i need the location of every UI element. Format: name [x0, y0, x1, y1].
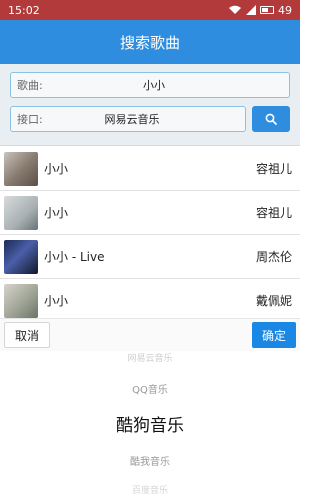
song-row[interactable]: 小小 容祖儿 [0, 147, 300, 191]
song-title: 小小 [44, 162, 69, 176]
cancel-button[interactable]: 取消 [4, 322, 50, 348]
song-artist: 戴佩妮 [255, 294, 292, 308]
song-row[interactable]: 小小 戴佩妮 [0, 279, 300, 323]
signal-icon [246, 5, 256, 15]
status-icons: 49 [228, 4, 292, 17]
search-panel: 歌曲: 小小 接口: 网易云音乐 [0, 64, 300, 146]
album-cover [4, 195, 38, 230]
battery-icon [260, 6, 274, 14]
picker-option[interactable]: QQ音乐 [0, 381, 300, 396]
battery-level: 49 [278, 3, 292, 17]
song-artist: 周杰伦 [255, 250, 292, 264]
song-title: 小小 - Live [44, 250, 105, 264]
picker-option-selected[interactable]: 酷狗音乐 [0, 411, 300, 436]
search-icon [265, 110, 277, 129]
api-select[interactable]: 接口: 网易云音乐 [10, 106, 246, 132]
search-button[interactable] [252, 106, 290, 132]
picker-option[interactable]: 百度音乐 [0, 483, 300, 496]
picker-toolbar: 取消 确定 [0, 319, 300, 351]
album-cover [4, 239, 38, 274]
picker-option[interactable]: 网易云音乐 [0, 351, 300, 364]
song-list: 小小 容祖儿 小小 容祖儿 小小 - Live 周杰伦 小小 戴佩妮 [0, 147, 300, 323]
picker-option[interactable]: 酷我音乐 [0, 453, 300, 468]
status-bar: 15:02 49 [0, 0, 300, 20]
album-cover [4, 283, 38, 318]
picker-wheel[interactable]: 网易云音乐 QQ音乐 酷狗音乐 酷我音乐 百度音乐 [0, 351, 300, 500]
app-header: 搜索歌曲 [0, 20, 300, 64]
song-title: 小小 [44, 294, 69, 308]
page-title: 搜索歌曲 [119, 33, 180, 52]
source-picker: 取消 确定 网易云音乐 QQ音乐 酷狗音乐 酷我音乐 百度音乐 [0, 318, 300, 500]
api-select-label: 接口: [17, 113, 43, 126]
song-input-label: 歌曲: [17, 79, 43, 92]
album-cover [4, 151, 38, 186]
song-row[interactable]: 小小 容祖儿 [0, 191, 300, 235]
song-artist: 容祖儿 [255, 162, 292, 176]
song-title: 小小 [44, 206, 69, 220]
song-input-value[interactable]: 小小 [59, 77, 289, 93]
song-row[interactable]: 小小 - Live 周杰伦 [0, 235, 300, 279]
confirm-button[interactable]: 确定 [252, 322, 296, 348]
wifi-icon [228, 5, 242, 15]
song-artist: 容祖儿 [255, 206, 292, 220]
status-time: 15:02 [8, 3, 40, 17]
api-select-value[interactable]: 网易云音乐 [59, 111, 245, 127]
song-input[interactable]: 歌曲: 小小 [10, 72, 290, 98]
